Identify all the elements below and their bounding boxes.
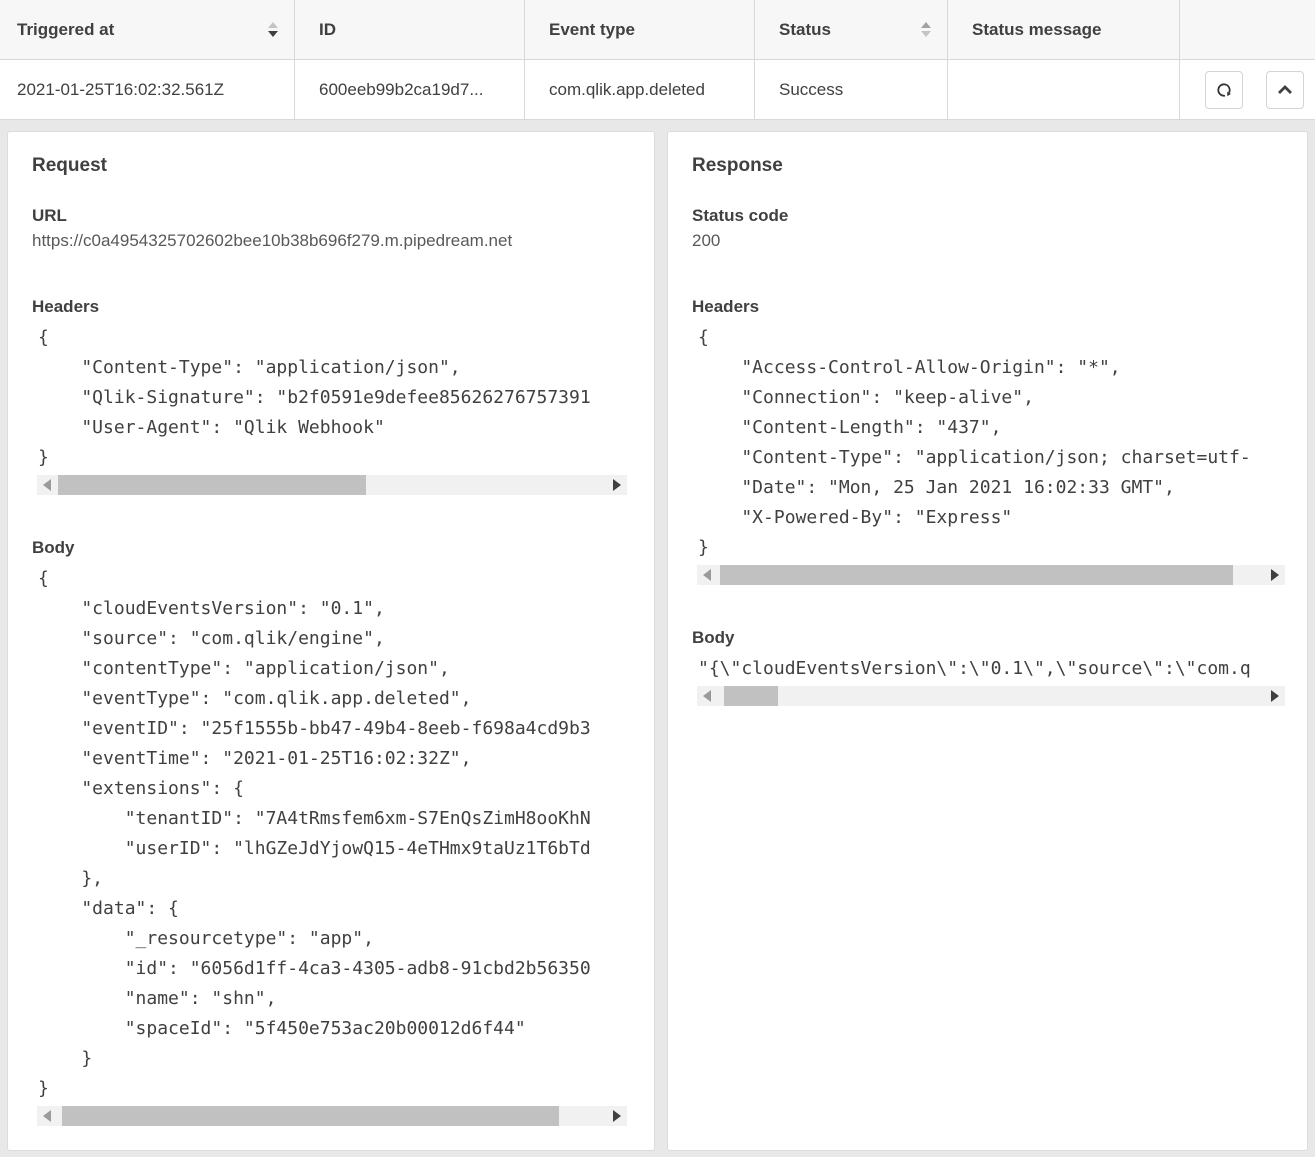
column-label: Event type [549,20,635,40]
status-code-value: 200 [692,230,1283,252]
response-title: Response [692,154,1283,178]
request-headers-label: Headers [32,296,630,318]
chevron-up-icon [1273,78,1297,102]
scroll-left-icon[interactable] [43,1110,51,1122]
column-header-triggered-at[interactable]: Triggered at [0,0,295,59]
scroll-left-icon[interactable] [703,690,711,702]
table-row: 2021-01-25T16:02:32.561Z 600eeb99b2ca19d… [0,60,1315,120]
webhook-history-table: Triggered at ID Event type Status Status… [0,0,1315,120]
column-label: Triggered at [17,20,114,40]
request-headers-code: { "Content-Type": "application/json", "Q… [32,323,630,473]
scrollbar-thumb[interactable] [720,565,1233,585]
response-body-label: Body [692,627,1283,649]
column-header-id: ID [295,0,525,59]
cell-event-type: com.qlik.app.deleted [525,60,755,119]
column-label: Status message [972,20,1101,40]
scroll-right-icon[interactable] [613,479,621,491]
response-headers-scrollbar[interactable] [697,565,1285,585]
request-body-scrollbar[interactable] [37,1106,627,1126]
resend-button[interactable] [1205,71,1243,109]
request-body-label: Body [32,537,630,559]
scroll-right-icon[interactable] [613,1110,621,1122]
response-headers-label: Headers [692,296,1283,318]
cell-triggered-at: 2021-01-25T16:02:32.561Z [0,60,295,119]
response-body-scrollbar[interactable] [697,686,1285,706]
id-value: 600eeb99b2ca19d7... [319,80,484,100]
triggered-at-value: 2021-01-25T16:02:32.561Z [17,80,224,100]
cell-id: 600eeb99b2ca19d7... [295,60,525,119]
cell-actions [1180,60,1315,119]
scroll-left-icon[interactable] [703,569,711,581]
request-headers-scrollbar[interactable] [37,475,627,495]
status-badge: Success [779,80,843,100]
request-body-code: { "cloudEventsVersion": "0.1", "source":… [32,564,630,1104]
resend-icon [1212,78,1236,102]
url-value: https://c0a4954325702602bee10b38b696f279… [32,230,630,252]
scrollbar-thumb[interactable] [58,475,366,495]
scrollbar-thumb[interactable] [724,686,778,706]
response-body-code: "{\"cloudEventsVersion\":\"0.1\",\"sourc… [692,654,1283,684]
column-header-status[interactable]: Status [755,0,948,59]
column-label: ID [319,20,336,40]
table-header-row: Triggered at ID Event type Status Status… [0,0,1315,60]
scroll-left-icon[interactable] [43,479,51,491]
column-label: Status [779,20,831,40]
request-panel: Request URL https://c0a4954325702602bee1… [7,131,655,1151]
column-header-status-message: Status message [948,0,1180,59]
sort-icon [921,22,931,37]
scroll-right-icon[interactable] [1271,690,1279,702]
column-header-actions [1180,0,1315,59]
status-code-label: Status code [692,205,1283,227]
cell-status-message [948,60,1180,119]
event-type-value: com.qlik.app.deleted [549,80,705,100]
collapse-button[interactable] [1266,71,1304,109]
sort-icon [268,22,278,37]
scroll-right-icon[interactable] [1271,569,1279,581]
scrollbar-thumb[interactable] [62,1106,559,1126]
url-label: URL [32,205,630,227]
response-panel: Response Status code 200 Headers { "Acce… [667,131,1308,1151]
column-header-event-type: Event type [525,0,755,59]
cell-status: Success [755,60,948,119]
response-headers-code: { "Access-Control-Allow-Origin": "*", "C… [692,323,1283,563]
request-title: Request [32,154,630,178]
